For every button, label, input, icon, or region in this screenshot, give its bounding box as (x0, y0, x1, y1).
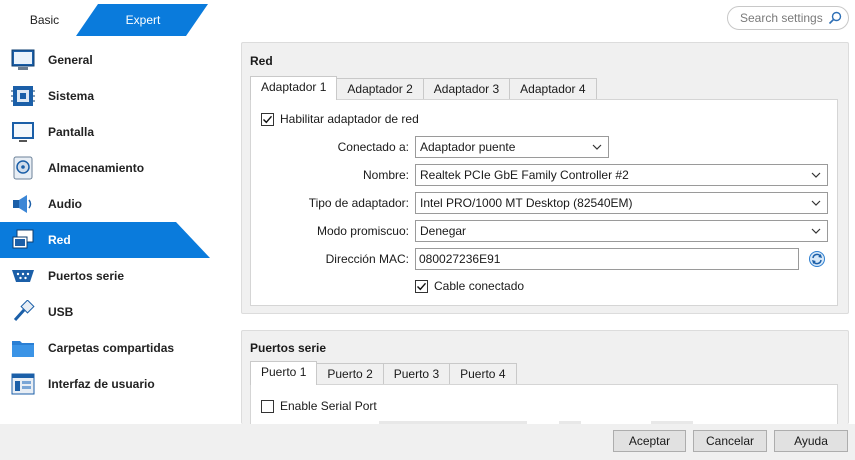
tab-port-3[interactable]: Puerto 3 (382, 363, 451, 385)
checkmark-icon (417, 282, 427, 290)
checkbox-box (415, 279, 428, 293)
serial-ports-group-title: Puertos serie (250, 341, 327, 355)
search-icon[interactable] (828, 11, 842, 25)
mac-address-label: Dirección MAC: (325, 252, 409, 266)
name-label: Nombre: (362, 168, 409, 182)
sidebar-item-label: Sistema (48, 89, 95, 103)
enable-serial-port-checkbox[interactable]: Enable Serial Port (261, 399, 377, 413)
sidebar-item-interfaz-de-usuario[interactable]: Interfaz de usuario (0, 366, 215, 402)
promiscuous-mode-value: Denegar (420, 224, 467, 238)
port-1-pane: Enable Serial Port (250, 384, 838, 426)
cancel-button[interactable]: Cancelar (693, 430, 767, 452)
search-box[interactable] (727, 6, 849, 30)
tab-adapter-2[interactable]: Adaptador 2 (336, 78, 424, 100)
sidebar-item-label: Interfaz de usuario (48, 377, 155, 391)
checkmark-icon (263, 115, 273, 123)
promiscuous-mode-label: Modo promiscuo: (316, 224, 409, 238)
chevron-down-icon (592, 144, 602, 150)
ok-button[interactable]: Aceptar (613, 430, 686, 452)
refresh-mac-icon[interactable] (808, 250, 826, 268)
mode-expert-button[interactable]: Expert (76, 4, 208, 36)
enable-network-adapter-checkbox[interactable]: Habilitar adaptador de red (261, 112, 419, 126)
chevron-down-icon (811, 172, 821, 178)
sidebar-item-red[interactable]: Red (0, 222, 215, 258)
cable-connected-label: Cable conectado (434, 279, 525, 293)
enable-serial-port-label: Enable Serial Port (280, 399, 377, 413)
system-icon (11, 86, 35, 106)
adapter-type-value: Intel PRO/1000 MT Desktop (82540EM) (420, 196, 633, 210)
sidebar-item-label: Puertos serie (48, 269, 125, 283)
serial-ports-icon (12, 270, 34, 282)
name-select[interactable]: Realtek PCIe GbE Family Controller #2 (415, 164, 828, 186)
settings-sidebar: General Sistema Pantalla Almacenamiento (0, 42, 215, 402)
adapter-1-pane: Habilitar adaptador de red Conectado a: … (250, 99, 838, 306)
help-button[interactable]: Ayuda (774, 430, 848, 452)
checkbox-box (261, 399, 274, 413)
sidebar-item-label: Red (48, 233, 71, 247)
sidebar-item-label: Carpetas compartidas (48, 341, 175, 355)
search-input[interactable] (738, 10, 828, 26)
adapter-tabs: Adaptador 1 Adaptador 2 Adaptador 3 Adap… (250, 76, 597, 100)
cable-connected-checkbox[interactable]: Cable conectado (415, 279, 524, 293)
checkbox-box (261, 112, 274, 126)
name-value: Realtek PCIe GbE Family Controller #2 (420, 168, 629, 182)
usb-icon (13, 300, 35, 322)
network-icon (12, 229, 34, 249)
tab-adapter-1[interactable]: Adaptador 1 (250, 76, 338, 100)
user-interface-icon (11, 373, 35, 395)
chevron-down-icon (811, 200, 821, 206)
sidebar-item-usb[interactable]: USB (0, 294, 215, 330)
dialog-footer: Aceptar Cancelar Ayuda (0, 424, 855, 460)
attached-to-value: Adaptador puente (420, 140, 516, 154)
sidebar-item-label: Almacenamiento (48, 161, 145, 175)
adapter-type-select[interactable]: Intel PRO/1000 MT Desktop (82540EM) (415, 192, 828, 214)
chevron-down-icon (811, 228, 821, 234)
tab-port-2[interactable]: Puerto 2 (316, 363, 384, 385)
sidebar-item-label: Pantalla (48, 125, 95, 139)
tab-adapter-3[interactable]: Adaptador 3 (422, 78, 511, 100)
sidebar-item-puertos-serie[interactable]: Puertos serie (0, 258, 215, 294)
general-icon (11, 49, 35, 70)
shared-folders-icon (12, 341, 34, 357)
sidebar-item-general[interactable]: General (0, 42, 215, 78)
sidebar-item-sistema[interactable]: Sistema (0, 78, 215, 114)
attached-to-label: Conectado a: (337, 140, 409, 154)
tab-port-4[interactable]: Puerto 4 (449, 363, 517, 385)
adapter-type-label: Tipo de adaptador: (308, 196, 409, 210)
storage-icon (13, 156, 33, 180)
sidebar-item-label: Audio (48, 197, 82, 211)
sidebar-item-carpetas-compartidas[interactable]: Carpetas compartidas (0, 330, 215, 366)
sidebar-item-label: General (48, 53, 93, 67)
mac-address-field[interactable]: 080027236E91 (415, 248, 799, 270)
mode-switch: Basic Expert (0, 0, 215, 40)
sidebar-item-label: USB (48, 305, 74, 319)
attached-to-select[interactable]: Adaptador puente (415, 136, 609, 158)
serial-ports-group: Puertos serie Puerto 1 Puerto 2 Puerto 3… (241, 330, 849, 426)
audio-icon (13, 195, 32, 213)
serial-port-tabs: Puerto 1 Puerto 2 Puerto 3 Puerto 4 (250, 361, 517, 385)
enable-network-adapter-label: Habilitar adaptador de red (280, 112, 419, 126)
network-group: Red Adaptador 1 Adaptador 2 Adaptador 3 … (241, 42, 849, 314)
sidebar-item-pantalla[interactable]: Pantalla (0, 114, 215, 150)
sidebar-item-audio[interactable]: Audio (0, 186, 215, 222)
mode-expert-label: Expert (125, 13, 161, 27)
sidebar-item-almacenamiento[interactable]: Almacenamiento (0, 150, 215, 186)
tab-adapter-4[interactable]: Adaptador 4 (509, 78, 597, 100)
tab-port-1[interactable]: Puerto 1 (250, 361, 318, 385)
display-icon (12, 122, 34, 142)
promiscuous-mode-select[interactable]: Denegar (415, 220, 828, 242)
network-group-title: Red (250, 54, 273, 68)
